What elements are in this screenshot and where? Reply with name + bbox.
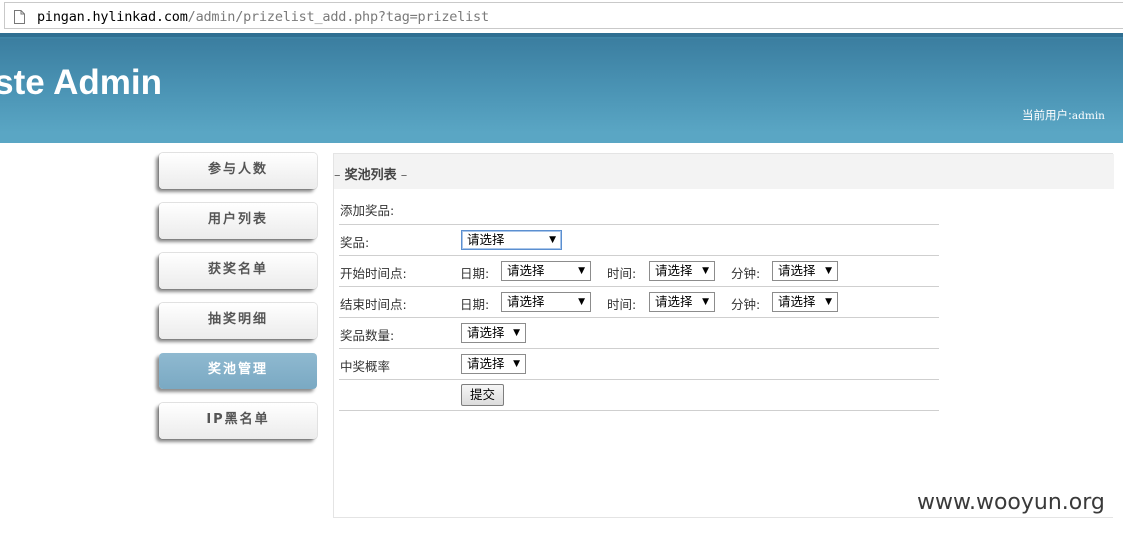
end-date-label: 日期:	[460, 297, 490, 312]
prize-select[interactable]: 请选择 ▼	[461, 230, 562, 250]
url-field[interactable]: pingan.hylinkad.com/admin/prizelist_add.…	[4, 2, 1123, 29]
probability-value: 请选择	[467, 356, 505, 371]
watermark: www.wooyun.org	[917, 490, 1105, 515]
dropdown-arrow-icon: ▼	[702, 297, 709, 307]
sidebar-item-draw-details[interactable]: 抽奖明细	[159, 303, 317, 339]
prize-row: 奖品: 请选择 ▼	[339, 225, 939, 256]
probability-select[interactable]: 请选择 ▼	[461, 354, 526, 374]
title-dash-right: –	[396, 168, 408, 183]
current-user: 当前用户:admin	[1022, 107, 1105, 123]
prize-select-value: 请选择	[467, 232, 505, 247]
main-panel: – 奖池列表 – 添加奖品: 奖品: 请选择 ▼ 开始时间点: 日期: 请选择 ▼ …	[333, 153, 1114, 518]
header-top-line	[0, 33, 1123, 37]
start-hour-value: 请选择	[655, 263, 693, 278]
start-minute-select[interactable]: 请选择 ▼	[772, 261, 838, 281]
probability-row: 中奖概率 请选择 ▼	[339, 349, 939, 380]
prize-label: 奖品:	[340, 235, 370, 250]
quantity-label: 奖品数量:	[340, 328, 395, 343]
start-date-value: 请选择	[507, 263, 545, 278]
submit-button[interactable]: 提交	[461, 384, 504, 406]
start-hour-label: 时间:	[607, 266, 637, 281]
dropdown-arrow-icon: ▼	[702, 266, 709, 276]
end-minute-label: 分钟:	[731, 297, 761, 312]
end-hour-label: 时间:	[607, 297, 637, 312]
start-date-label: 日期:	[460, 266, 490, 281]
dropdown-arrow-icon: ▼	[513, 359, 520, 369]
panel-title: – 奖池列表 –	[334, 164, 407, 183]
start-time-row: 开始时间点: 日期: 请选择 ▼ 时间: 请选择 ▼ 分钟: 请选择 ▼	[339, 256, 939, 287]
url-text: pingan.hylinkad.com/admin/prizelist_add.…	[37, 9, 489, 25]
form-heading: 添加奖品:	[340, 203, 395, 218]
end-minute-value: 请选择	[778, 294, 816, 309]
end-time-label: 结束时间点:	[340, 297, 407, 312]
form-heading-row: 添加奖品:	[339, 196, 939, 225]
panel-header: – 奖池列表 –	[334, 154, 1114, 189]
quantity-row: 奖品数量: 请选择 ▼	[339, 318, 939, 349]
start-minute-label: 分钟:	[731, 266, 761, 281]
end-minute-select[interactable]: 请选择 ▼	[772, 292, 838, 312]
site-header: ste Admin 当前用户:admin	[0, 33, 1123, 143]
browser-address-bar: pingan.hylinkad.com/admin/prizelist_add.…	[0, 0, 1123, 33]
current-user-label: 当前用户:	[1022, 108, 1072, 122]
dropdown-arrow-icon: ▼	[825, 266, 832, 276]
add-prize-form: 添加奖品: 奖品: 请选择 ▼ 开始时间点: 日期: 请选择 ▼ 时间: 请选择 ▼ …	[339, 196, 939, 411]
end-hour-value: 请选择	[655, 294, 693, 309]
end-time-row: 结束时间点: 日期: 请选择 ▼ 时间: 请选择 ▼ 分钟: 请选择 ▼	[339, 287, 939, 318]
start-minute-value: 请选择	[778, 263, 816, 278]
sidebar-item-prize-pool[interactable]: 奖池管理	[159, 353, 317, 389]
dropdown-arrow-icon: ▼	[549, 235, 556, 245]
sidebar-item-user-list[interactable]: 用户列表	[159, 203, 317, 239]
end-hour-select[interactable]: 请选择 ▼	[649, 292, 715, 312]
dropdown-arrow-icon: ▼	[578, 297, 585, 307]
dropdown-arrow-icon: ▼	[578, 266, 585, 276]
url-path: /admin/prizelist_add.php?tag=prizelist	[187, 9, 489, 25]
sidebar-item-participants[interactable]: 参与人数	[159, 153, 317, 189]
quantity-value: 请选择	[467, 325, 505, 340]
dropdown-arrow-icon: ▼	[825, 297, 832, 307]
panel-title-text: 奖池列表	[344, 168, 397, 183]
end-date-select[interactable]: 请选择 ▼	[501, 292, 591, 312]
sidebar-item-winners[interactable]: 获奖名单	[159, 253, 317, 289]
start-hour-select[interactable]: 请选择 ▼	[649, 261, 715, 281]
url-host: pingan.hylinkad.com	[37, 9, 188, 25]
start-time-label: 开始时间点:	[340, 266, 407, 281]
current-user-name: admin	[1071, 110, 1105, 122]
start-date-select[interactable]: 请选择 ▼	[501, 261, 591, 281]
probability-label: 中奖概率	[340, 359, 391, 374]
page-icon	[14, 10, 25, 24]
site-title: ste Admin	[0, 63, 162, 102]
title-dash-left: –	[334, 168, 345, 183]
sidebar-item-ip-blacklist[interactable]: IP黑名单	[159, 403, 317, 439]
quantity-select[interactable]: 请选择 ▼	[461, 323, 526, 343]
submit-row: 提交	[339, 380, 939, 411]
end-date-value: 请选择	[507, 294, 545, 309]
dropdown-arrow-icon: ▼	[513, 328, 520, 338]
